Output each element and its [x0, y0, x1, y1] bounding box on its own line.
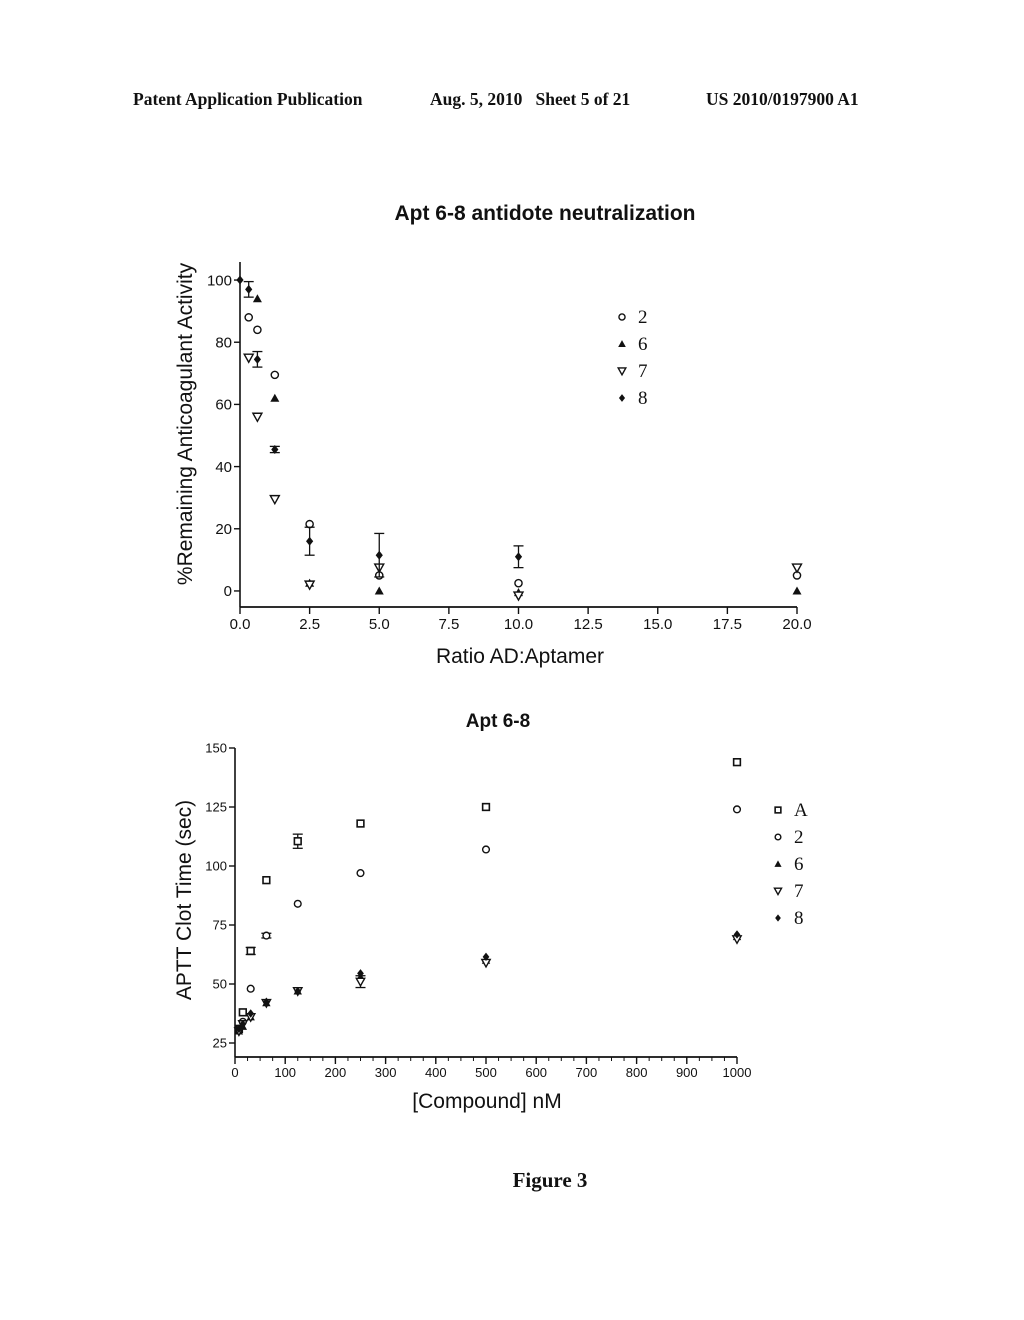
x-tick-label: 500	[475, 1065, 497, 1080]
series-7	[233, 935, 743, 1037]
legend-label-6: 6	[794, 854, 804, 875]
y-tick-label: 150	[205, 741, 227, 756]
series-A	[234, 757, 742, 1033]
x-tick-label: 300	[375, 1065, 397, 1080]
x-axis-label: [Compound] nM	[412, 1090, 561, 1113]
y-tick-label: 125	[205, 800, 227, 815]
series-6	[234, 932, 742, 1035]
legend-label-2: 2	[794, 827, 804, 848]
legend-marker-6	[774, 860, 782, 867]
y-axis-label: APTT Clot Time (sec)	[173, 800, 196, 1000]
data-point-A	[732, 757, 742, 767]
legend-marker-2	[774, 833, 782, 841]
x-tick-label: 400	[425, 1065, 447, 1080]
data-point-2	[262, 931, 271, 940]
x-tick-label: 1000	[723, 1065, 752, 1080]
y-tick-label: 50	[213, 977, 227, 992]
data-point-A	[238, 1008, 247, 1017]
data-point-2	[732, 805, 742, 814]
y-tick-label: 100	[205, 859, 227, 874]
series-8	[235, 930, 741, 1034]
data-point-2	[246, 984, 255, 993]
x-tick-label: 0	[231, 1065, 238, 1080]
x-tick-label: 600	[525, 1065, 547, 1080]
data-point-2	[293, 899, 302, 908]
y-tick-label: 25	[213, 1036, 227, 1051]
figure-label: Figure 3	[512, 1168, 588, 1192]
legend-label-7: 7	[794, 881, 804, 902]
data-point-7	[355, 977, 366, 988]
chart-aptt-clot-time: Apt 6-8 25 50 75 100 125 150 0 100 200 300 400 500 60…	[173, 711, 808, 1113]
data-point-2	[356, 869, 365, 878]
x-tick-label: 900	[676, 1065, 698, 1080]
x-tick-label: 700	[576, 1065, 598, 1080]
legend-marker-A	[774, 806, 782, 814]
data-point-A	[246, 946, 255, 956]
y-tick-label: 75	[213, 918, 227, 933]
legend-marker-8	[775, 914, 781, 922]
chart-title: Apt 6-8	[466, 711, 530, 732]
data-point-A	[356, 819, 365, 828]
legend-label-8: 8	[794, 908, 804, 929]
legend: A 2 6 7 8	[773, 800, 808, 929]
data-point-A	[262, 875, 271, 885]
data-point-2	[481, 845, 491, 854]
legend-label-A: A	[794, 800, 808, 821]
x-tick-label: 100	[274, 1065, 296, 1080]
legend-marker-7	[773, 887, 783, 897]
data-point-A	[481, 802, 491, 812]
x-tick-label: 200	[325, 1065, 347, 1080]
series-2	[234, 805, 742, 1033]
x-tick-label: 800	[626, 1065, 648, 1080]
data-point-A	[293, 837, 302, 846]
